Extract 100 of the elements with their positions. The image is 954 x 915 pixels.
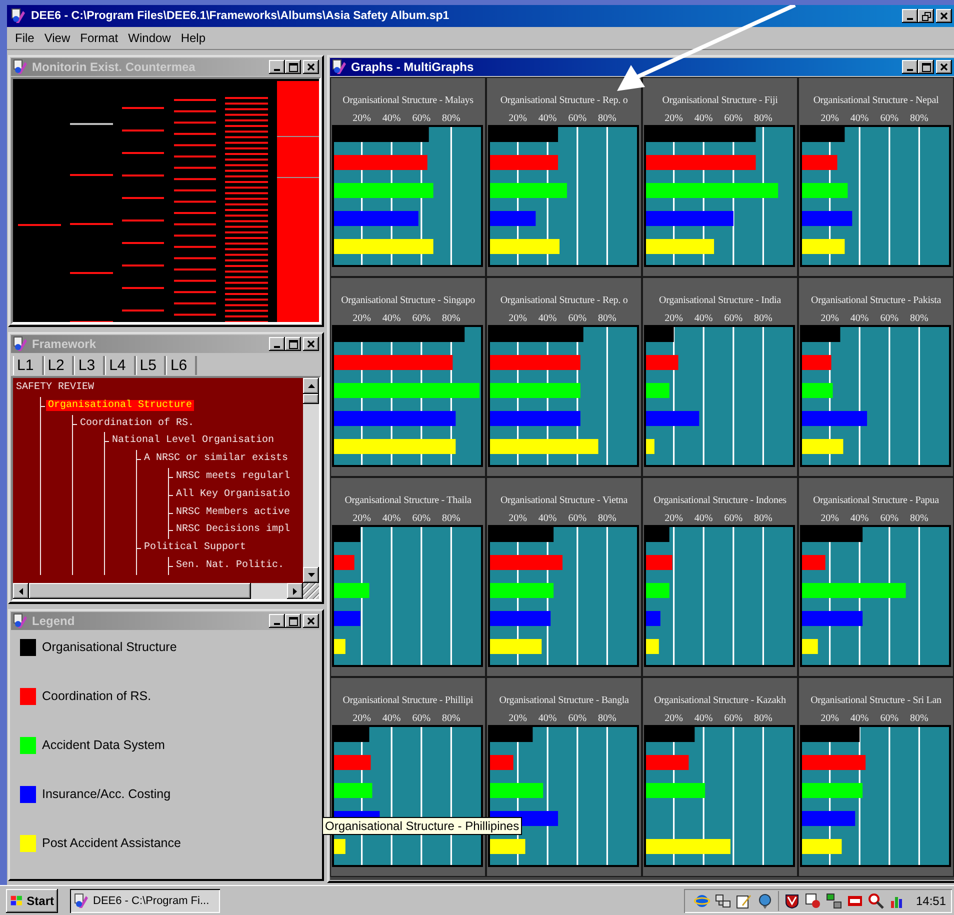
scroll-right-button[interactable] <box>287 583 303 599</box>
app-title: DEE6 - C:\Program Files\DEE6.1\Frameworks\Albums\Asia Safety Album.sp1 <box>31 10 450 22</box>
minimize-icon <box>274 346 280 348</box>
maximize-button[interactable] <box>285 337 301 351</box>
taskbar-button[interactable]: DEE6 - C:\Program Fi... <box>70 888 220 912</box>
bar <box>334 555 354 570</box>
app-icon <box>332 59 348 75</box>
tree-item[interactable]: Political Support <box>142 542 248 554</box>
minimize-button[interactable] <box>902 60 918 74</box>
close-button[interactable] <box>303 337 319 351</box>
minimize-button[interactable] <box>269 337 285 351</box>
tick-label: 60% <box>880 113 899 124</box>
bar <box>646 327 674 342</box>
tick-label: 80% <box>442 513 460 524</box>
pencil-icon[interactable] <box>736 892 752 908</box>
browser-icon[interactable] <box>694 892 710 908</box>
menu-item[interactable]: Format <box>75 31 124 45</box>
tree-item[interactable]: Coordination of RS. <box>78 418 196 429</box>
minimize-icon <box>274 69 280 71</box>
menu-item[interactable]: File <box>10 31 40 45</box>
tree-item[interactable]: All Key Organisatio <box>174 488 292 500</box>
close-button[interactable] <box>303 614 319 628</box>
bar <box>490 727 533 742</box>
chart-title: Organisational Structure - Thaila <box>344 494 472 508</box>
tick-label: 20% <box>352 713 371 724</box>
menu-item[interactable]: View <box>39 31 76 45</box>
minimize-icon <box>907 69 913 71</box>
tick-label: 20% <box>820 713 839 724</box>
minimize-button[interactable] <box>902 9 918 23</box>
level-button[interactable]: L1 <box>13 356 44 374</box>
bar <box>490 839 526 854</box>
level-button[interactable]: L3 <box>74 356 106 374</box>
resize-grip[interactable] <box>303 583 319 599</box>
scroll-thumb[interactable] <box>29 583 251 599</box>
network-icon[interactable] <box>714 892 731 908</box>
maximize-button[interactable] <box>285 614 301 628</box>
bar <box>334 527 360 542</box>
chart-title: Organisational Structure - Rep. o <box>500 94 628 108</box>
close-button[interactable] <box>936 9 952 23</box>
minimize-button[interactable] <box>269 60 285 74</box>
tick-label: 40% <box>538 113 557 124</box>
tick-label: 80% <box>442 113 460 124</box>
tick-label: 80% <box>754 713 772 724</box>
tree-item[interactable]: NRSC Decisions impl <box>174 524 292 536</box>
close-button[interactable] <box>936 60 952 74</box>
close-icon <box>940 63 948 71</box>
window-title: Framework <box>32 337 96 351</box>
maximize-icon <box>288 340 298 348</box>
tick-label: 40% <box>538 713 557 724</box>
tick-label: 80% <box>598 313 616 324</box>
bar <box>490 155 558 170</box>
horizontal-scrollbar[interactable] <box>13 583 319 599</box>
tree-item[interactable]: NRSC Members active <box>174 506 292 518</box>
tick-label: 40% <box>694 313 713 324</box>
app-title-bar[interactable]: DEE6 - C:\Program Files\DEE6.1\Frameworks\Albums\Asia Safety Album.sp1 <box>7 5 954 27</box>
arrow-left-icon <box>19 588 23 594</box>
bar <box>802 839 842 854</box>
tick-label: 80% <box>598 113 616 124</box>
close-button[interactable] <box>303 60 319 74</box>
maximize-button[interactable] <box>918 60 934 74</box>
scroll-left-button[interactable] <box>13 583 29 599</box>
bar <box>802 639 818 654</box>
tree-item[interactable]: NRSC meets regularl <box>174 470 292 482</box>
scroll-down-button[interactable] <box>303 567 319 583</box>
scroll-thumb[interactable] <box>303 394 319 404</box>
menu-item[interactable]: Window <box>123 31 176 45</box>
tree-item[interactable]: Organisational Structure <box>46 400 194 411</box>
close-icon <box>940 12 948 20</box>
scroll-up-button[interactable] <box>303 378 319 394</box>
bar <box>802 355 832 370</box>
minimize-button[interactable] <box>269 614 285 628</box>
maximize-button[interactable] <box>285 60 301 74</box>
chart-title: Organisational Structure - Bangla <box>499 694 629 708</box>
tick-label: 80% <box>754 313 772 324</box>
tick-label: 60% <box>880 513 899 524</box>
chart-title: Organisational Structure - Fiji <box>662 94 778 108</box>
tree-item[interactable]: SAFETY REVIEW <box>14 382 96 393</box>
start-button[interactable]: Start <box>6 888 58 912</box>
chart-title: Organisational Structure - Rep. o <box>500 294 628 308</box>
shield-icon[interactable] <box>784 892 800 908</box>
magnifier-icon[interactable] <box>868 892 884 908</box>
tick-label: 40% <box>538 313 557 324</box>
app-icon <box>13 613 29 629</box>
bar <box>802 239 845 254</box>
restore-button[interactable] <box>918 9 934 23</box>
tick-label: 60% <box>880 713 899 724</box>
window-title-bar[interactable]: Graphs - MultiGraphs <box>330 58 954 76</box>
menu-item[interactable]: Help <box>176 31 211 45</box>
tree-item[interactable]: National Level Organisation <box>110 435 276 446</box>
bar <box>802 211 852 226</box>
vertical-scrollbar[interactable] <box>303 378 319 583</box>
level-button[interactable]: L2 <box>44 356 74 374</box>
tree-item[interactable]: Sen. Nat. Politic. <box>174 560 286 571</box>
computers-icon[interactable] <box>826 892 842 908</box>
level-button[interactable]: L5 <box>136 356 166 374</box>
tree-item[interactable]: A NRSC or similar exists <box>142 453 290 464</box>
bar <box>646 611 660 626</box>
level-button[interactable]: L4 <box>105 356 136 374</box>
globe-icon[interactable] <box>756 892 773 908</box>
level-button[interactable]: L6 <box>166 356 198 374</box>
